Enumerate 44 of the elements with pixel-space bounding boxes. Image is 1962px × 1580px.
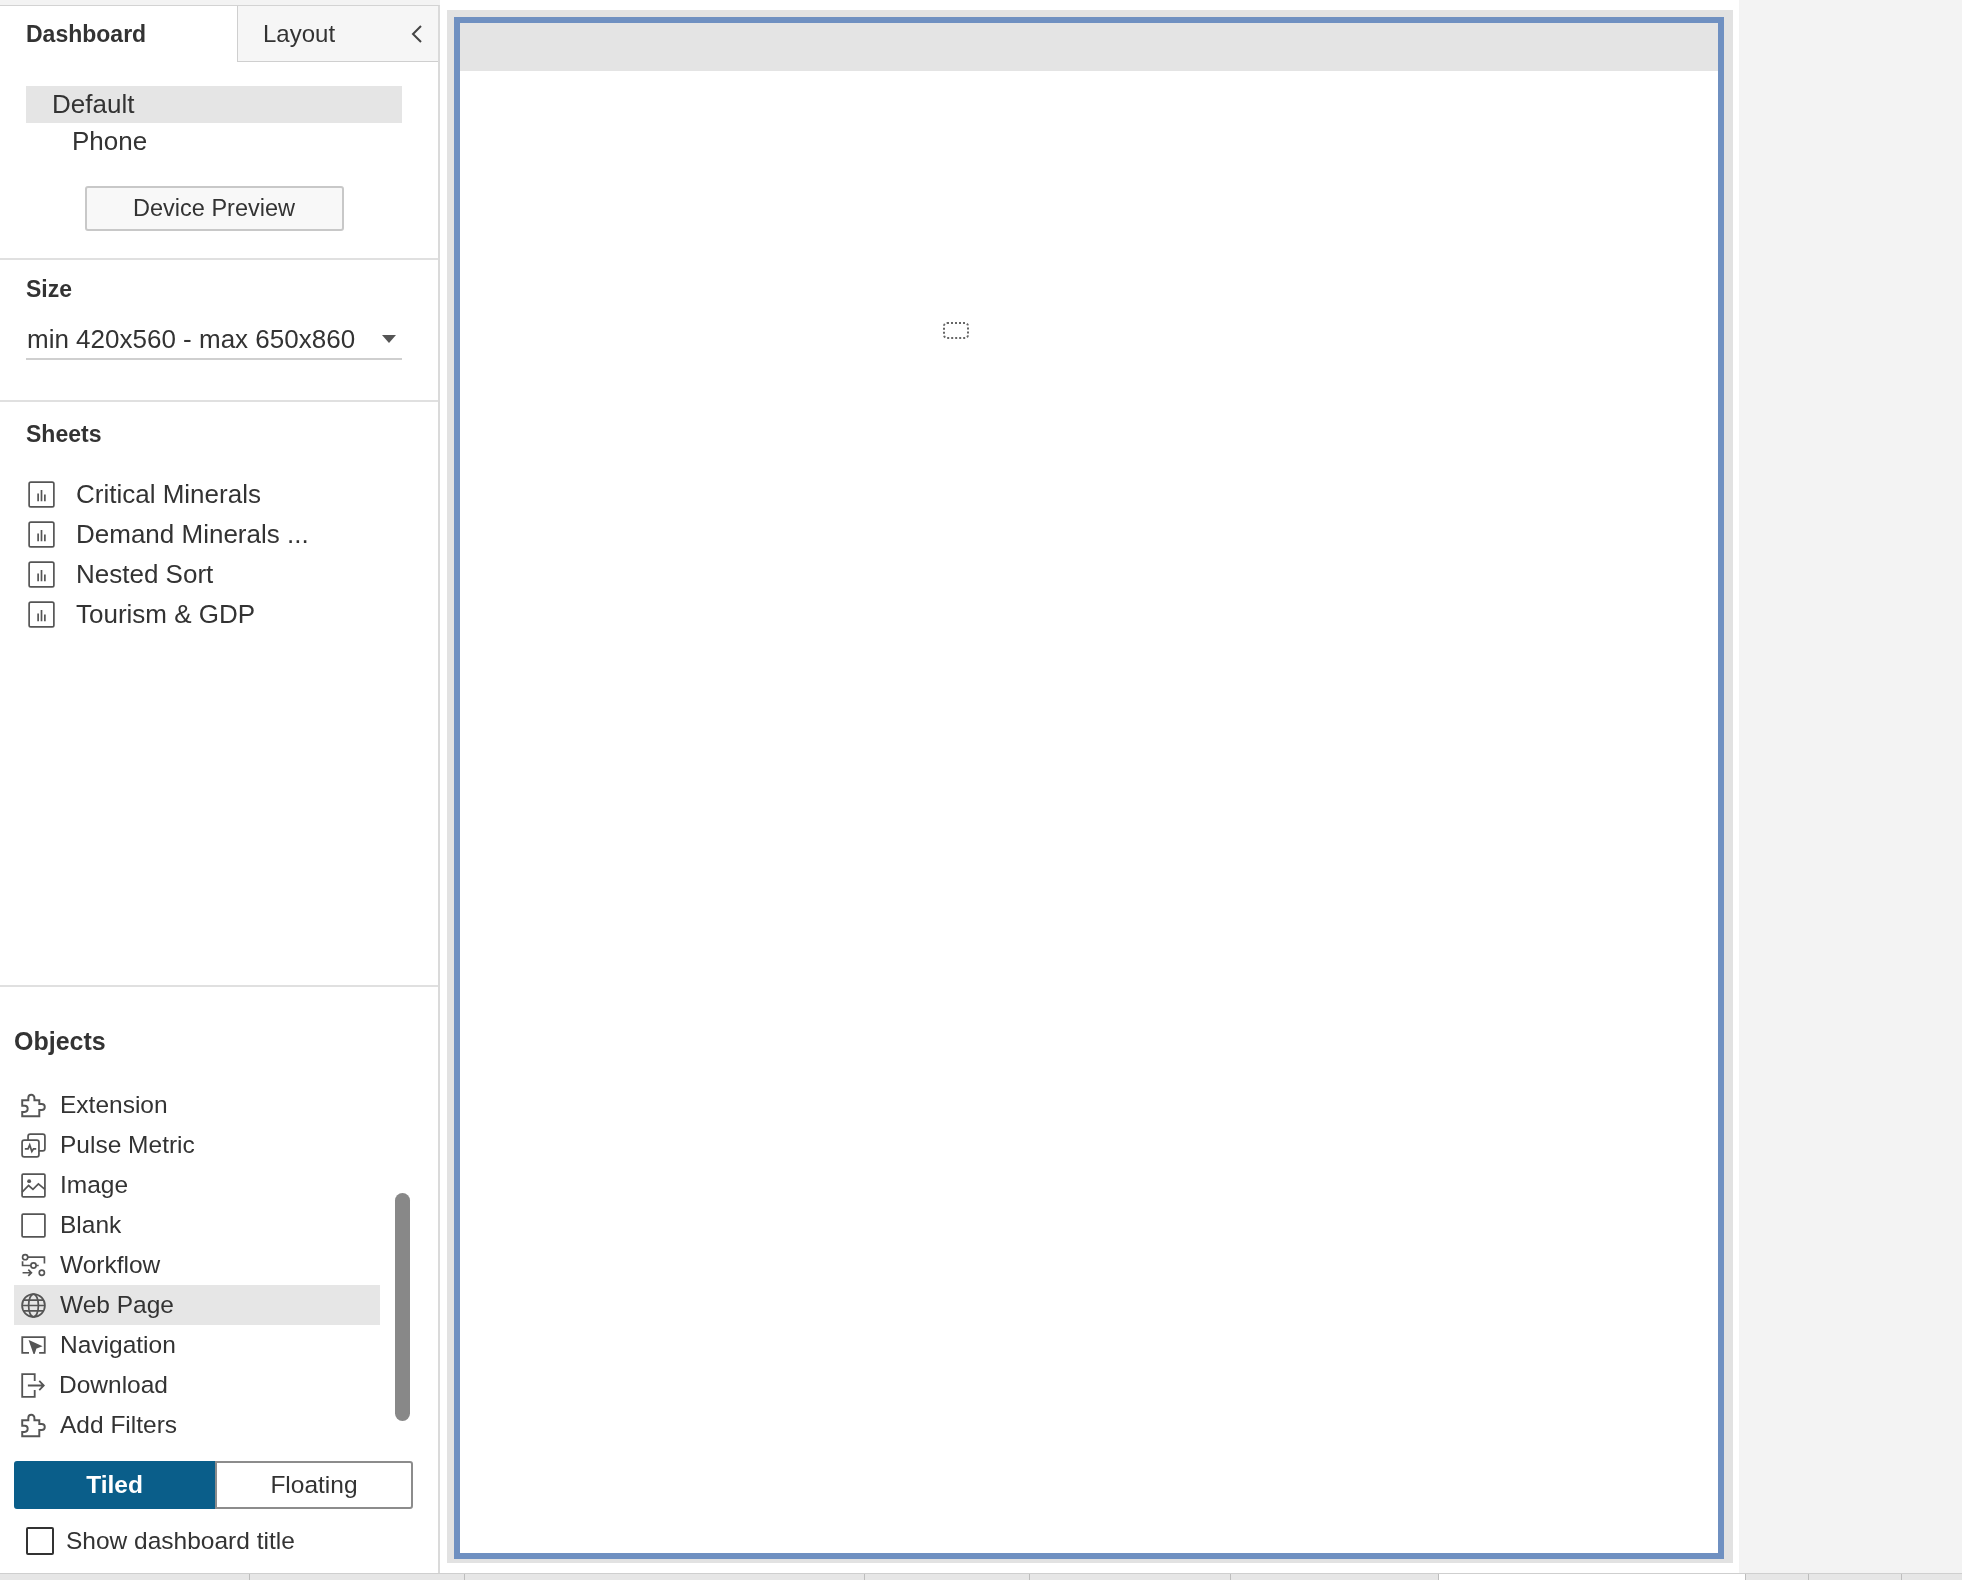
collapse-button[interactable] <box>387 6 438 62</box>
sheet-item[interactable]: Tourism & GDP <box>26 594 256 634</box>
puzzle-icon <box>21 1092 46 1118</box>
object-item[interactable]: Workflow <box>14 1245 380 1285</box>
pointer-frame-icon <box>21 1336 46 1354</box>
size-dropdown[interactable]: min 420x560 - max 650x860 <box>26 320 402 360</box>
checkbox[interactable] <box>26 1527 54 1555</box>
object-item[interactable]: Blank <box>14 1205 380 1245</box>
device-preview-button[interactable]: Device Preview <box>84 186 344 231</box>
section-title: Size <box>26 276 73 302</box>
object-item[interactable]: Download <box>14 1365 380 1405</box>
sheet-item[interactable]: Critical Minerals <box>26 474 261 514</box>
scrollbar-thumb[interactable] <box>395 1193 410 1421</box>
mode-toggle-button[interactable]: Tiled <box>14 1461 215 1509</box>
caret-down-icon <box>382 335 396 343</box>
mode-toggle-button[interactable]: Floating <box>215 1461 413 1509</box>
dashed-rectangle-icon <box>943 322 969 339</box>
sheet-item[interactable]: Demand Minerals ... <box>26 514 309 554</box>
bar-chart-icon <box>28 520 55 548</box>
device-layout-item[interactable]: Phone <box>26 123 402 160</box>
object-item[interactable]: Extension <box>14 1085 380 1125</box>
bar-chart-icon <box>28 600 55 628</box>
object-item[interactable]: Pulse Metric <box>14 1125 380 1165</box>
device-layout-item[interactable]: Default <box>26 86 402 123</box>
object-item[interactable]: Add Filters <box>14 1405 380 1445</box>
chevron-left-icon <box>410 24 423 44</box>
object-item[interactable]: Image <box>14 1165 380 1205</box>
object-item[interactable]: Web Page <box>14 1285 380 1325</box>
checkbox-label: Show dashboard title <box>66 1527 295 1555</box>
object-item[interactable]: Navigation <box>14 1325 380 1365</box>
square-icon <box>21 1212 46 1238</box>
section-title: Objects <box>14 1027 106 1055</box>
sheet-item[interactable]: Nested Sort <box>26 554 214 594</box>
bar-chart-icon <box>28 560 55 588</box>
section-title: Sheets <box>26 421 102 447</box>
nodes-icon <box>21 1252 46 1278</box>
sheet-tab[interactable] <box>1439 1574 1746 1580</box>
bar-chart-icon <box>28 480 55 508</box>
puzzle-icon <box>21 1412 46 1438</box>
page-arrow-icon <box>21 1372 45 1398</box>
globe-icon <box>21 1292 46 1318</box>
image-icon <box>21 1172 46 1198</box>
tab[interactable]: Layout <box>237 6 387 62</box>
pulse-card-icon <box>21 1132 46 1158</box>
